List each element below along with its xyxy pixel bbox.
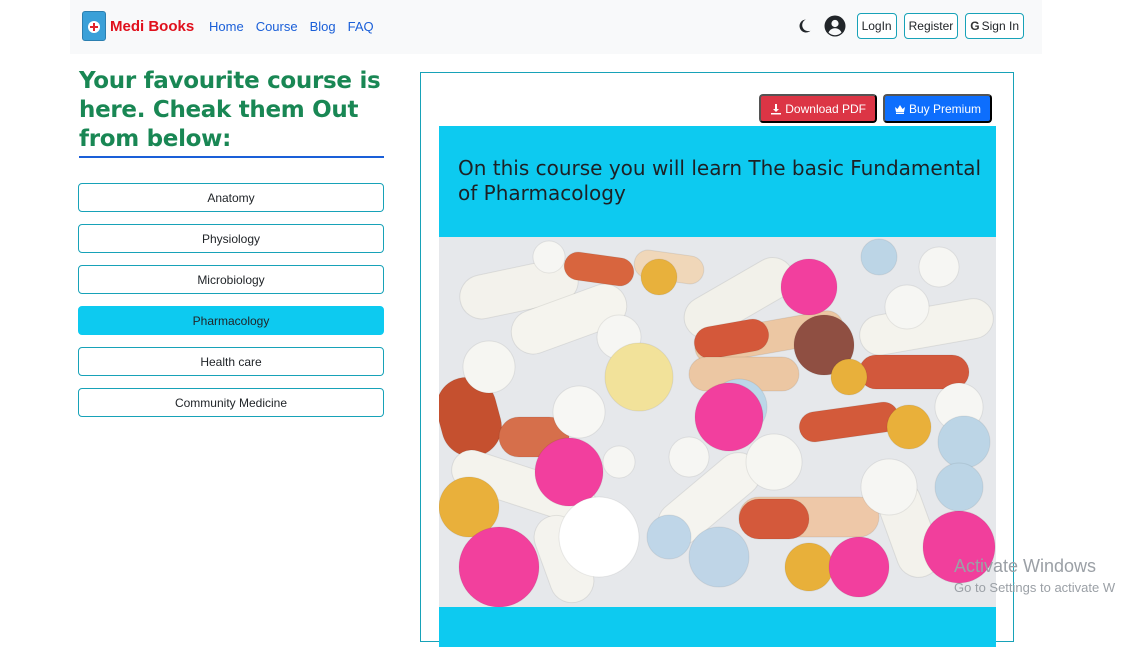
download-pdf-button[interactable]: Download PDF: [759, 94, 877, 123]
watermark-subtitle: Go to Settings to activate W: [954, 580, 1116, 595]
nav-links: Home Course Blog FAQ: [209, 19, 374, 34]
nav-faq-link[interactable]: FAQ: [348, 19, 374, 34]
brand-name: Medi Books: [110, 17, 195, 35]
register-button[interactable]: Register: [903, 13, 959, 39]
heading-divider: [79, 156, 384, 158]
navbar: Medi Books Home Course Blog FAQ LogIn Re…: [70, 0, 1042, 54]
course-button-physiology[interactable]: Physiology: [78, 224, 384, 253]
card-actions: Download PDF Buy Premium: [759, 94, 992, 123]
course-list: Anatomy Physiology Microbiology Pharmaco…: [78, 183, 384, 429]
download-icon: [771, 103, 782, 114]
pills-image: [439, 237, 996, 607]
course-button-health-care[interactable]: Health care: [78, 347, 384, 376]
course-button-microbiology[interactable]: Microbiology: [78, 265, 384, 294]
pills-illustration: [439, 237, 996, 607]
user-circle-icon[interactable]: [824, 15, 846, 37]
watermark-title: Activate Windows: [954, 556, 1097, 576]
buy-premium-label: Buy Premium: [908, 101, 981, 116]
course-banner: On this course you will learn The basic …: [439, 126, 996, 237]
moon-icon[interactable]: [796, 18, 812, 34]
nav-blog-link[interactable]: Blog: [310, 19, 336, 34]
buy-premium-button[interactable]: Buy Premium: [882, 94, 992, 123]
course-button-pharmacology[interactable]: Pharmacology: [78, 306, 384, 335]
nav-course-link[interactable]: Course: [256, 19, 298, 34]
banner-bottom-strip: [439, 607, 996, 647]
course-button-community-medicine[interactable]: Community Medicine: [78, 388, 384, 417]
course-button-anatomy[interactable]: Anatomy: [78, 183, 384, 212]
download-pdf-label: Download PDF: [785, 101, 866, 116]
nav-right: LogIn Register G Sign In: [796, 13, 1024, 39]
nav-home-link[interactable]: Home: [209, 19, 244, 34]
sidebar-heading: Your favourite course is here. Cheak the…: [79, 68, 381, 152]
windows-activation-watermark: Activate Windows Go to Settings to activ…: [954, 556, 1115, 595]
banner-text: On this course you will learn The basic …: [458, 156, 982, 205]
login-button[interactable]: LogIn: [856, 13, 897, 39]
brand-link[interactable]: Medi Books: [82, 11, 194, 41]
medical-book-icon: [82, 11, 106, 41]
course-card: Download PDF Buy Premium On this course …: [420, 72, 1014, 647]
crown-icon: [894, 104, 905, 114]
google-signin-label: Sign In: [981, 19, 1019, 33]
google-signin-button[interactable]: G Sign In: [965, 13, 1024, 39]
google-icon: G: [970, 19, 980, 33]
